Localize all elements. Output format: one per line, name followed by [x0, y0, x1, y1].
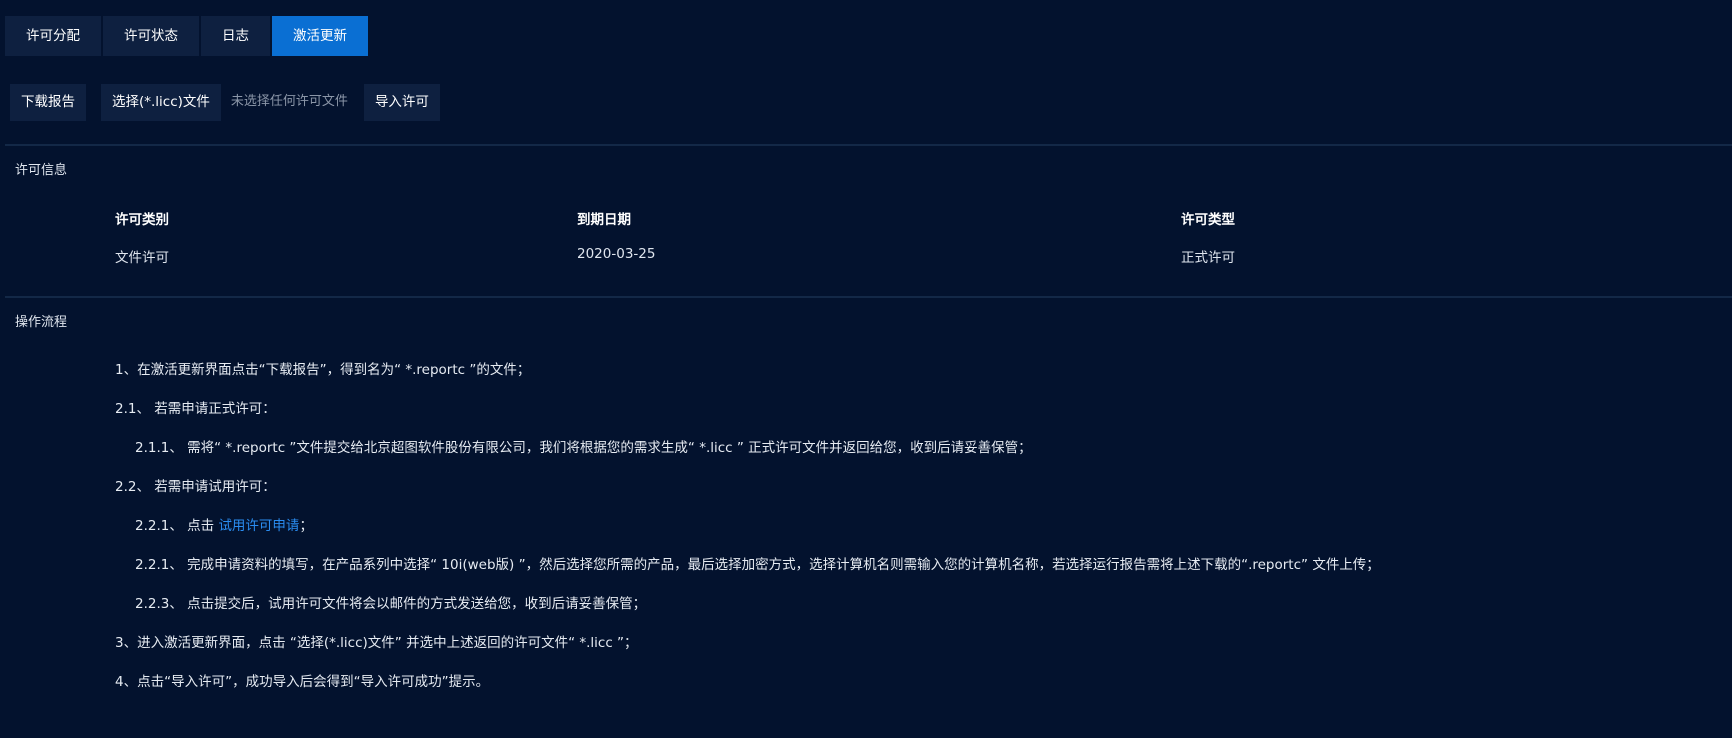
- license-manager-page: 许可分配 许可状态 日志 激活更新 下载报告 选择(*.licc)文件 未选择任…: [0, 0, 1732, 738]
- tab-bar: 许可分配 许可状态 日志 激活更新: [5, 16, 368, 56]
- license-info-title: 许可信息: [15, 163, 68, 178]
- choose-file-button[interactable]: 选择(*.licc)文件: [101, 84, 221, 121]
- header-license-category: 许可类别: [115, 212, 169, 228]
- table-row: 文件许可 2020-03-25 正式许可: [115, 246, 1715, 284]
- tab-license-status[interactable]: 许可状态: [103, 16, 199, 56]
- step-1: 1、在激活更新界面点击“下载报告”，得到名为“ *.reportc ”的文件；: [115, 362, 531, 378]
- step-2-2-1: 2.2.1、 点击 试用许可申请；: [115, 514, 1380, 553]
- cell-license-category: 文件许可: [115, 250, 169, 266]
- step-4: 4、点击“导入许可”，成功导入后会得到“导入许可成功”提示。: [115, 674, 490, 690]
- procedure-steps: 1、在激活更新界面点击“下载报告”，得到名为“ *.reportc ”的文件； …: [115, 358, 1380, 709]
- header-license-type: 许可类型: [1181, 212, 1235, 228]
- trial-license-apply-link[interactable]: 试用许可申请: [218, 518, 299, 534]
- header-expiry-date: 到期日期: [577, 212, 631, 228]
- step-2-1-1: 2.1.1、 需将“ *.reportc ”文件提交给北京超图软件股份有限公司，…: [135, 440, 1032, 456]
- step-2-2-1-prefix: 2.2.1、 点击: [135, 518, 219, 534]
- download-report-button[interactable]: 下载报告: [10, 84, 86, 121]
- tab-activate-update[interactable]: 激活更新: [272, 16, 368, 56]
- step-2-2-1-fill-form: 2.2.1、 完成申请资料的填写，在产品系列中选择“ 10i(web版) ”，然…: [135, 557, 1380, 573]
- import-license-button[interactable]: 导入许可: [363, 84, 440, 121]
- step-2-2-3: 2.2.3、 点击提交后，试用许可文件将会以邮件的方式发送给您，收到后请妥善保管…: [135, 596, 647, 612]
- cell-license-type: 正式许可: [1181, 250, 1235, 266]
- divider: [5, 144, 1732, 146]
- toolbar: 下载报告 选择(*.licc)文件 未选择任何许可文件 导入许可: [10, 84, 440, 121]
- step-3: 3、进入激活更新界面，点击 “选择(*.licc)文件” 并选中上述返回的许可文…: [115, 635, 638, 651]
- cell-expiry-date: 2020-03-25: [577, 246, 656, 262]
- step-2-2-1-suffix: ；: [299, 518, 313, 534]
- license-info-table: 许可类别 到期日期 许可类型 文件许可 2020-03-25 正式许可: [115, 208, 1715, 284]
- table-header-row: 许可类别 到期日期 许可类型: [115, 208, 1715, 246]
- procedure-title: 操作流程: [15, 315, 68, 330]
- file-status-text: 未选择任何许可文件: [230, 94, 348, 109]
- step-2-2: 2.2、 若需申请试用许可：: [115, 479, 276, 495]
- tab-log[interactable]: 日志: [201, 16, 270, 56]
- tab-license-assign[interactable]: 许可分配: [5, 16, 101, 56]
- divider: [5, 296, 1732, 298]
- step-2-1: 2.1、 若需申请正式许可：: [115, 401, 276, 417]
